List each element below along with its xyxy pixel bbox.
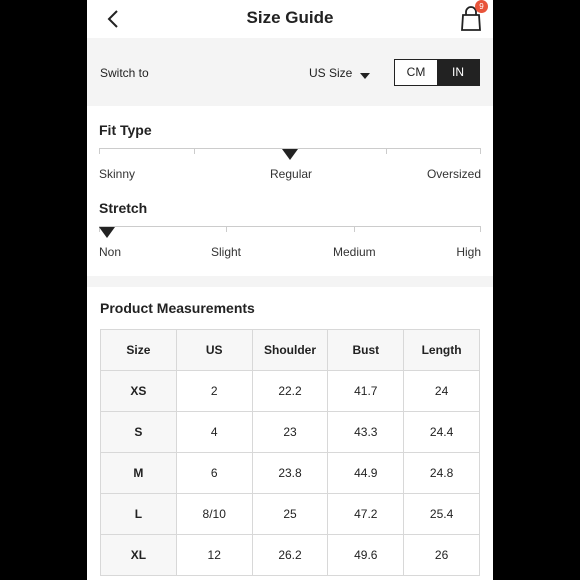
table-header-row: Size US Shoulder Bust Length [100, 329, 480, 371]
header: Size Guide 9 [87, 0, 493, 38]
fit-type-title: Fit Type [99, 122, 152, 138]
unit-in-button[interactable]: IN [437, 60, 479, 85]
cell-us: 12 [175, 534, 253, 576]
measurements-table: Size US Shoulder Bust Length XS 2 22.2 4… [100, 329, 480, 576]
stretch-label-medium: Medium [333, 245, 376, 259]
cell-length: 24 [403, 370, 480, 412]
fit-label-regular: Regular [270, 167, 313, 181]
unit-switch-bar: Switch to US Size CM IN [87, 38, 493, 106]
cell-size: L [100, 493, 177, 535]
table-row: S 4 23 43.3 24.4 [100, 411, 480, 453]
size-guide-screen: Size Guide 9 Switch to US Size CM IN Fit… [87, 0, 493, 580]
cell-bust: 49.6 [327, 534, 405, 576]
switch-to-label: Switch to [100, 66, 149, 80]
cell-size: S [100, 411, 177, 453]
unit-cm-button[interactable]: CM [395, 60, 437, 85]
fit-tick [99, 148, 100, 154]
section-divider [87, 276, 493, 287]
header-bust: Bust [327, 329, 405, 371]
cell-size: M [100, 452, 177, 494]
cell-shoulder: 25 [251, 493, 329, 535]
cell-shoulder: 23 [251, 411, 329, 453]
cell-us: 6 [175, 452, 253, 494]
cell-shoulder: 26.2 [251, 534, 329, 576]
cell-bust: 41.7 [327, 370, 405, 412]
stretch-label-slight: Slight [211, 245, 242, 259]
cell-bust: 44.9 [327, 452, 405, 494]
cell-shoulder: 22.2 [251, 370, 329, 412]
fit-pointer-icon [282, 149, 298, 160]
unit-toggle: CM IN [394, 59, 480, 86]
fit-tick [386, 148, 387, 154]
cell-length: 24.8 [403, 452, 480, 494]
stretch-label-high: High [456, 245, 481, 259]
cell-size: XS [100, 370, 177, 412]
table-row: M 6 23.8 44.9 24.8 [100, 452, 480, 494]
size-system-value: US Size [309, 66, 353, 80]
cell-us: 8/10 [175, 493, 253, 535]
cell-length: 26 [403, 534, 480, 576]
fit-label-skinny: Skinny [99, 167, 136, 181]
header-length: Length [403, 329, 480, 371]
header-us: US [175, 329, 253, 371]
table-row: XS 2 22.2 41.7 24 [100, 370, 480, 412]
header-size: Size [100, 329, 177, 371]
cell-bust: 47.2 [327, 493, 405, 535]
product-measurements-title: Product Measurements [100, 300, 255, 316]
stretch-pointer-icon [99, 227, 115, 238]
cell-us: 2 [175, 370, 253, 412]
stretch-tick [354, 226, 355, 232]
stretch-scale [99, 226, 481, 227]
fit-tick [194, 148, 195, 154]
cart-count-badge: 9 [475, 0, 488, 13]
table-row: L 8/10 25 47.2 25.4 [100, 493, 480, 535]
stretch-label-non: Non [99, 245, 122, 259]
size-system-dropdown[interactable]: US Size [309, 66, 371, 80]
cell-bust: 43.3 [327, 411, 405, 453]
stretch-tick [226, 226, 227, 232]
fit-tick [480, 148, 481, 154]
stretch-title: Stretch [99, 200, 148, 216]
cell-size: XL [100, 534, 177, 576]
stretch-tick [480, 226, 481, 232]
cell-length: 25.4 [403, 493, 480, 535]
caret-down-icon [360, 73, 371, 79]
cell-shoulder: 23.8 [251, 452, 329, 494]
fit-label-oversized: Oversized [426, 167, 481, 181]
table-row: XL 12 26.2 49.6 26 [100, 534, 480, 576]
cell-us: 4 [175, 411, 253, 453]
cell-length: 24.4 [403, 411, 480, 453]
page-title: Size Guide [246, 8, 334, 27]
header-shoulder: Shoulder [251, 329, 329, 371]
